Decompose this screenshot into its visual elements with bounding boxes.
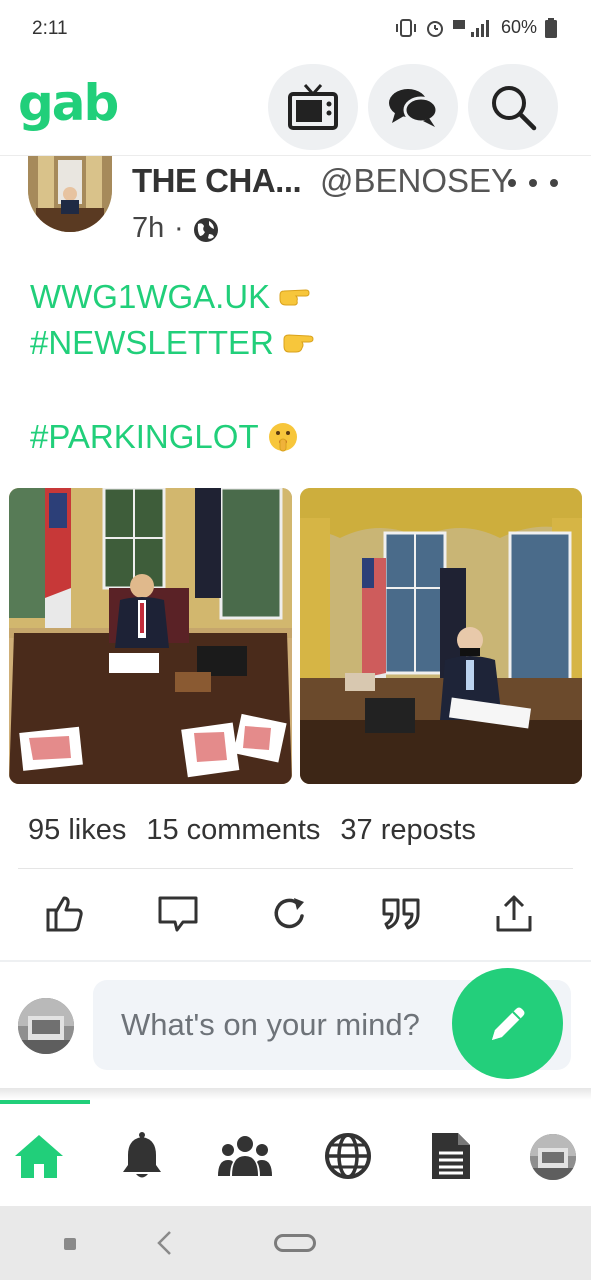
pencil-icon — [491, 1007, 524, 1040]
back-button[interactable] — [152, 1228, 176, 1258]
like-button[interactable] — [40, 886, 90, 942]
divider — [18, 868, 573, 869]
tv-icon — [288, 84, 338, 130]
nav-groups[interactable] — [217, 1128, 273, 1184]
groups-icon — [218, 1136, 272, 1176]
more-dot — [508, 179, 516, 187]
profile-avatar[interactable] — [530, 1134, 576, 1180]
signal-icon — [452, 19, 489, 37]
reposts-count[interactable]: 37 reposts — [340, 814, 475, 847]
top-bar: gab — [0, 58, 591, 156]
chat-icon — [389, 89, 439, 127]
comment-button[interactable] — [153, 886, 203, 942]
post-time[interactable]: 7h — [132, 212, 164, 245]
like-icon — [46, 896, 83, 932]
link-text[interactable]: WWG1WGA.UK — [30, 278, 270, 316]
bottom-nav — [0, 1100, 591, 1206]
pointing-right-emoji-icon — [279, 289, 310, 306]
post-text-line[interactable]: #NEWSLETTER — [30, 324, 314, 362]
tv-button[interactable] — [268, 64, 358, 150]
quote-icon — [382, 898, 420, 930]
share-icon — [496, 895, 532, 932]
post-image[interactable] — [9, 488, 292, 784]
divider — [0, 960, 591, 962]
search-button[interactable] — [468, 64, 558, 150]
post-text-line[interactable]: WWG1WGA.UK — [30, 278, 310, 316]
status-icons: 60% — [395, 17, 557, 38]
more-dot — [529, 179, 537, 187]
author-handle[interactable]: @BENOSEY — [320, 162, 513, 200]
comments-count[interactable]: 15 comments — [146, 814, 320, 847]
search-icon — [492, 86, 537, 131]
shushing-face-emoji-icon — [268, 423, 297, 452]
quote-button[interactable] — [377, 886, 427, 942]
nav-notifications[interactable] — [114, 1128, 170, 1184]
battery-percent: 60% — [500, 17, 537, 37]
post-text-line[interactable]: #PARKINGLOT — [30, 418, 299, 456]
post-stats: 95 likes 15 comments 37 reposts — [28, 814, 476, 847]
active-tab-indicator — [0, 1100, 90, 1104]
home-button[interactable] — [274, 1234, 316, 1252]
recents-button[interactable] — [64, 1238, 76, 1250]
status-time: 2:11 — [32, 18, 68, 39]
compose-button[interactable] — [452, 968, 563, 1079]
backhand-pointing-right-emoji-icon — [283, 334, 314, 353]
post-actions — [0, 886, 591, 946]
nav-news[interactable] — [423, 1128, 479, 1184]
nav-shadow — [0, 1088, 591, 1100]
repost-button[interactable] — [265, 886, 315, 942]
comment-icon — [158, 896, 198, 932]
public-globe-icon — [194, 218, 218, 242]
post-card: THE CHA... @BENOSEY 7h · WWG1WGA.UK #NEW… — [0, 156, 591, 962]
likes-count[interactable]: 95 likes — [28, 814, 126, 847]
status-bar: 2:11 60% — [0, 0, 591, 58]
hashtag-link[interactable]: #NEWSLETTER — [30, 324, 274, 362]
battery-icon — [545, 17, 557, 38]
chat-button[interactable] — [368, 64, 458, 150]
more-dot — [550, 179, 558, 187]
nav-home[interactable] — [11, 1128, 67, 1184]
gab-logo[interactable]: gab — [18, 74, 119, 132]
author-avatar[interactable] — [28, 156, 112, 232]
hashtag-link[interactable]: #PARKINGLOT — [30, 418, 259, 456]
compose-placeholder: What's on your mind? — [121, 1007, 420, 1042]
home-icon — [15, 1135, 63, 1178]
alarm-icon — [426, 20, 443, 37]
explore-icon — [325, 1133, 371, 1179]
news-icon — [432, 1133, 470, 1179]
nav-explore[interactable] — [320, 1128, 376, 1184]
repost-icon — [274, 898, 304, 929]
post-time-separator: · — [174, 212, 184, 244]
vibrate-icon — [395, 18, 416, 37]
post-menu-button[interactable] — [508, 168, 558, 198]
notifications-icon — [123, 1132, 161, 1178]
author-name[interactable]: THE CHA... — [132, 162, 302, 200]
post-image[interactable] — [300, 488, 582, 784]
system-nav-bar — [0, 1206, 591, 1280]
share-button[interactable] — [489, 886, 539, 942]
user-avatar[interactable] — [18, 998, 74, 1054]
